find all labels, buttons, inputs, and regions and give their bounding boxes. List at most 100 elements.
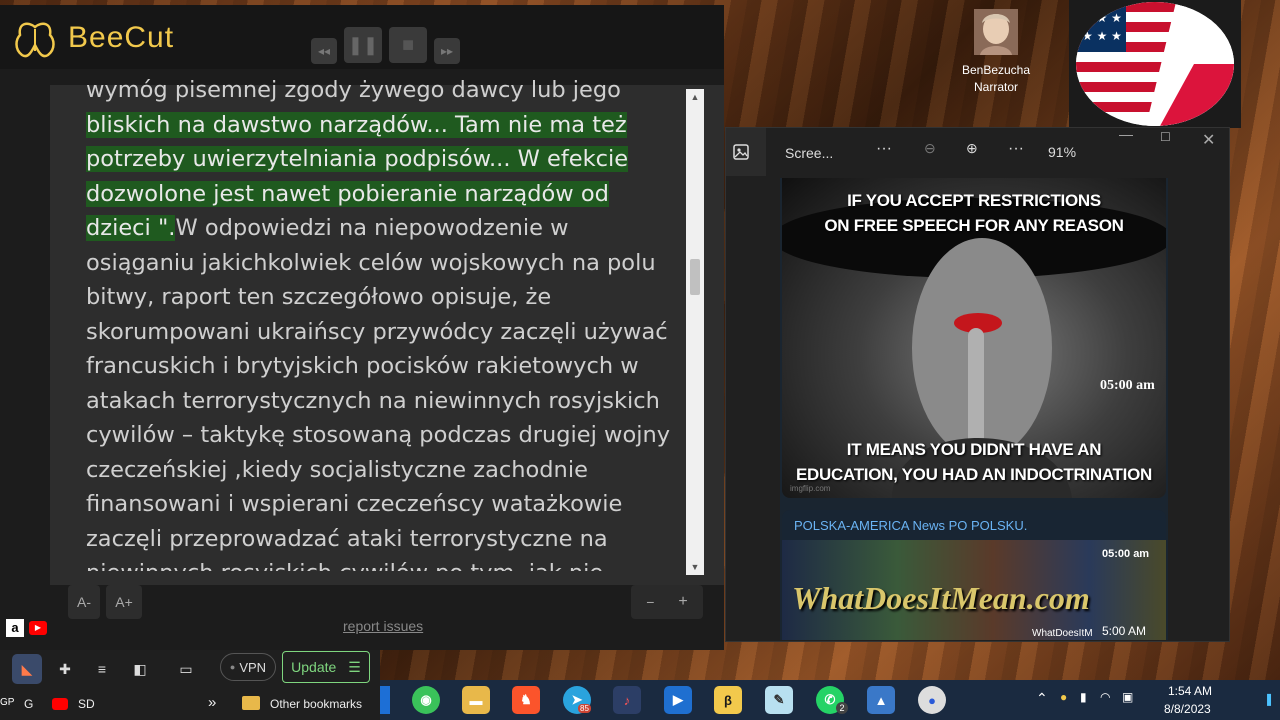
tray-app-icon[interactable]: ●: [1060, 690, 1067, 704]
beecut-taskbar-icon[interactable]: β: [714, 686, 742, 714]
file-explorer-icon[interactable]: ▬: [462, 686, 490, 714]
news-time-bottom: 5:00 AM: [1102, 624, 1147, 638]
reader-line: niewinnych rosyjskich cywilów po tym, ja…: [86, 556, 686, 571]
plus-button[interactable]: +: [678, 593, 687, 611]
photos-app-icon: [726, 128, 766, 176]
wifi-icon[interactable]: ◠: [1100, 690, 1110, 704]
narrator-role: Narrator: [973, 80, 1018, 94]
news-card[interactable]: POLSKA-AMERICA News PO POLSKU.: [782, 510, 1166, 542]
font-increase-button[interactable]: A+: [106, 585, 142, 619]
news-image: WhatDoesItMean.com 05:00 am WhatDoesItM …: [782, 540, 1166, 640]
meme-time: 05:00 am: [1100, 378, 1155, 393]
photos-toolbar: Scree... ··· ⊖ ⊕ ··· 91% — ☐ ✕: [726, 126, 1231, 176]
zoom-out-icon[interactable]: ⊖: [924, 140, 936, 157]
speed-control: − +: [631, 585, 703, 619]
vpn-label: VPN: [239, 659, 267, 675]
sidebar-icon[interactable]: ◧: [129, 658, 151, 680]
bookmark-sd[interactable]: SD: [78, 697, 95, 711]
more-options-icon-2[interactable]: ···: [1008, 140, 1024, 158]
menu-icon: ☰: [348, 658, 361, 675]
minimize-icon[interactable]: —: [1119, 126, 1133, 142]
reader-text: wymóg pisemnej zgody żywego dawcy lub je…: [86, 73, 686, 571]
font-decrease-button[interactable]: A-: [68, 585, 100, 619]
close-icon[interactable]: ✕: [1202, 130, 1215, 150]
youtube-bookmark-icon[interactable]: [52, 698, 68, 710]
scroll-up-icon[interactable]: ▲: [686, 89, 704, 105]
reader-line-text: potrzeby uwierzytelniania podpisów... W …: [86, 146, 629, 172]
bookmark-g[interactable]: G: [24, 697, 33, 711]
screenshot-image: IF YOU ACCEPT RESTRICTIONS ON FREE SPEEC…: [780, 178, 1168, 640]
tray-overflow-icon[interactable]: ⌃: [1036, 690, 1048, 707]
narrator-name: BenBezucha: [961, 63, 1031, 77]
maximize-icon[interactable]: ☐: [1160, 130, 1171, 144]
reader-line: bliskich na dawstwo narządów... Tam nie …: [86, 108, 686, 143]
android-app-icon[interactable]: ◉: [412, 686, 440, 714]
usa-poland-flag-icon: ★ ★ ★ ★ ★ ★: [1076, 2, 1234, 126]
zoom-in-icon[interactable]: ⊕: [966, 140, 978, 157]
extensions-icon[interactable]: ✚: [54, 658, 76, 680]
reader-line-text: osiąganiu jakichkolwiek celów wojskowych…: [86, 249, 656, 276]
reader-line: wymóg pisemnej zgody żywego dawcy lub je…: [86, 73, 686, 108]
meme-top-text: IF YOU ACCEPT RESTRICTIONS ON FREE SPEEC…: [824, 191, 1124, 235]
reader-line: zaczęli przeprowadzać ataki terrorystycz…: [86, 522, 686, 557]
reader-line-text: francuskich i brytyjskich pocisków rakie…: [86, 353, 639, 379]
reader-line: dzieci ".W odpowiedzi na niepowodzenie w: [86, 211, 686, 246]
bookmark-gp-icon[interactable]: GP: [0, 697, 14, 708]
scroll-thumb[interactable]: [690, 259, 700, 295]
clock-time[interactable]: 1:54 AM: [1168, 684, 1212, 698]
report-issues-link[interactable]: report issues: [343, 618, 423, 634]
text-reader-panel: wymóg pisemnej zgody żywego dawcy lub je…: [50, 77, 724, 585]
reader-line: atakach terrorystycznych na niewinnych r…: [86, 384, 686, 419]
pause-button[interactable]: ❚❚: [344, 27, 382, 63]
reader-line-text: czeczeńskiej ,kiedy socjalistyczne zacho…: [86, 456, 588, 483]
app-blue-icon[interactable]: [380, 686, 390, 714]
more-options-icon[interactable]: ···: [876, 140, 892, 158]
other-bookmarks[interactable]: Other bookmarks: [270, 697, 362, 711]
reader-line: francuskich i brytyjskich pocisków rakie…: [86, 349, 686, 384]
brave-rewards-icon[interactable]: ◣: [12, 654, 42, 684]
brave-browser-icon[interactable]: ♞: [512, 686, 540, 714]
network-icon[interactable]: ▣: [1122, 690, 1133, 704]
minus-button[interactable]: −: [646, 594, 654, 610]
notifications-icon[interactable]: ❚: [1264, 692, 1274, 706]
avatar[interactable]: [974, 9, 1018, 55]
photos-title: Scree...: [785, 145, 834, 161]
playlist-icon[interactable]: ≡: [91, 658, 113, 680]
reader-line: finansowani i wspierani czeczeńscy wataż…: [86, 487, 686, 522]
amazon-icon[interactable]: a: [6, 619, 24, 637]
meme-bottom-text: IT MEANS YOU DIDN'T HAVE AN EDUCATION, Y…: [796, 440, 1152, 484]
beecut-header: BeeCut ◂◂ ❚❚ ■ ▸▸: [0, 5, 724, 69]
bookmarks-overflow-icon[interactable]: »: [208, 694, 216, 711]
photos-taskbar-icon[interactable]: ▲: [867, 686, 895, 714]
news-channel-title[interactable]: POLSKA-AMERICA News PO POLSKU.: [794, 518, 1027, 533]
browser-toolbar: ◣ ✚ ≡ ◧ ▭ ● VPN Update ☰: [0, 650, 380, 688]
reader-line-text: atakach terrorystycznych na niewinnych r…: [86, 387, 660, 414]
clock-date[interactable]: 8/8/2023: [1164, 702, 1211, 716]
news-logo-text: WhatDoesItMean.com: [792, 580, 1090, 616]
photos-viewer-window: Scree... ··· ⊖ ⊕ ··· 91% — ☐ ✕ IF YOU AC…: [725, 126, 1231, 642]
update-label: Update: [291, 659, 337, 675]
video-editor-icon[interactable]: ▶: [664, 686, 692, 714]
fast-forward-button[interactable]: ▸▸: [434, 38, 460, 64]
meme-image: IF YOU ACCEPT RESTRICTIONS ON FREE SPEEC…: [782, 178, 1166, 498]
scroll-down-icon[interactable]: ▼: [686, 559, 704, 575]
microphone-icon[interactable]: ▮: [1080, 690, 1087, 704]
update-button[interactable]: Update ☰: [282, 651, 370, 683]
audio-app-icon[interactable]: ♪: [613, 686, 641, 714]
notes-icon[interactable]: ✎: [765, 686, 793, 714]
news-source: WhatDoesItM: [1032, 628, 1093, 639]
wallet-icon[interactable]: ▭: [175, 658, 197, 680]
reader-scrollbar[interactable]: ▲ ▼: [686, 89, 704, 575]
reader-line: potrzeby uwierzytelniania podpisów... W …: [86, 142, 686, 177]
youtube-icon[interactable]: ▶: [29, 621, 47, 635]
vpn-button[interactable]: ● VPN: [220, 653, 276, 681]
narrator-avatar-icon: [974, 9, 1018, 55]
reader-line-rest: W odpowiedzi na niepowodzenie w: [175, 215, 569, 241]
stop-button[interactable]: ■: [389, 27, 427, 63]
news-time-top: 05:00 am: [1102, 548, 1150, 560]
reader-line-text: wymóg pisemnej zgody żywego dawcy lub je…: [86, 77, 621, 103]
rewind-button[interactable]: ◂◂: [311, 38, 337, 64]
chrome-icon[interactable]: ●: [918, 686, 946, 714]
reader-line-text: finansowani i wspierani czeczeńscy wataż…: [86, 491, 623, 517]
reader-line-text: dozwolone jest nawet pobieranie narządów…: [86, 180, 609, 207]
